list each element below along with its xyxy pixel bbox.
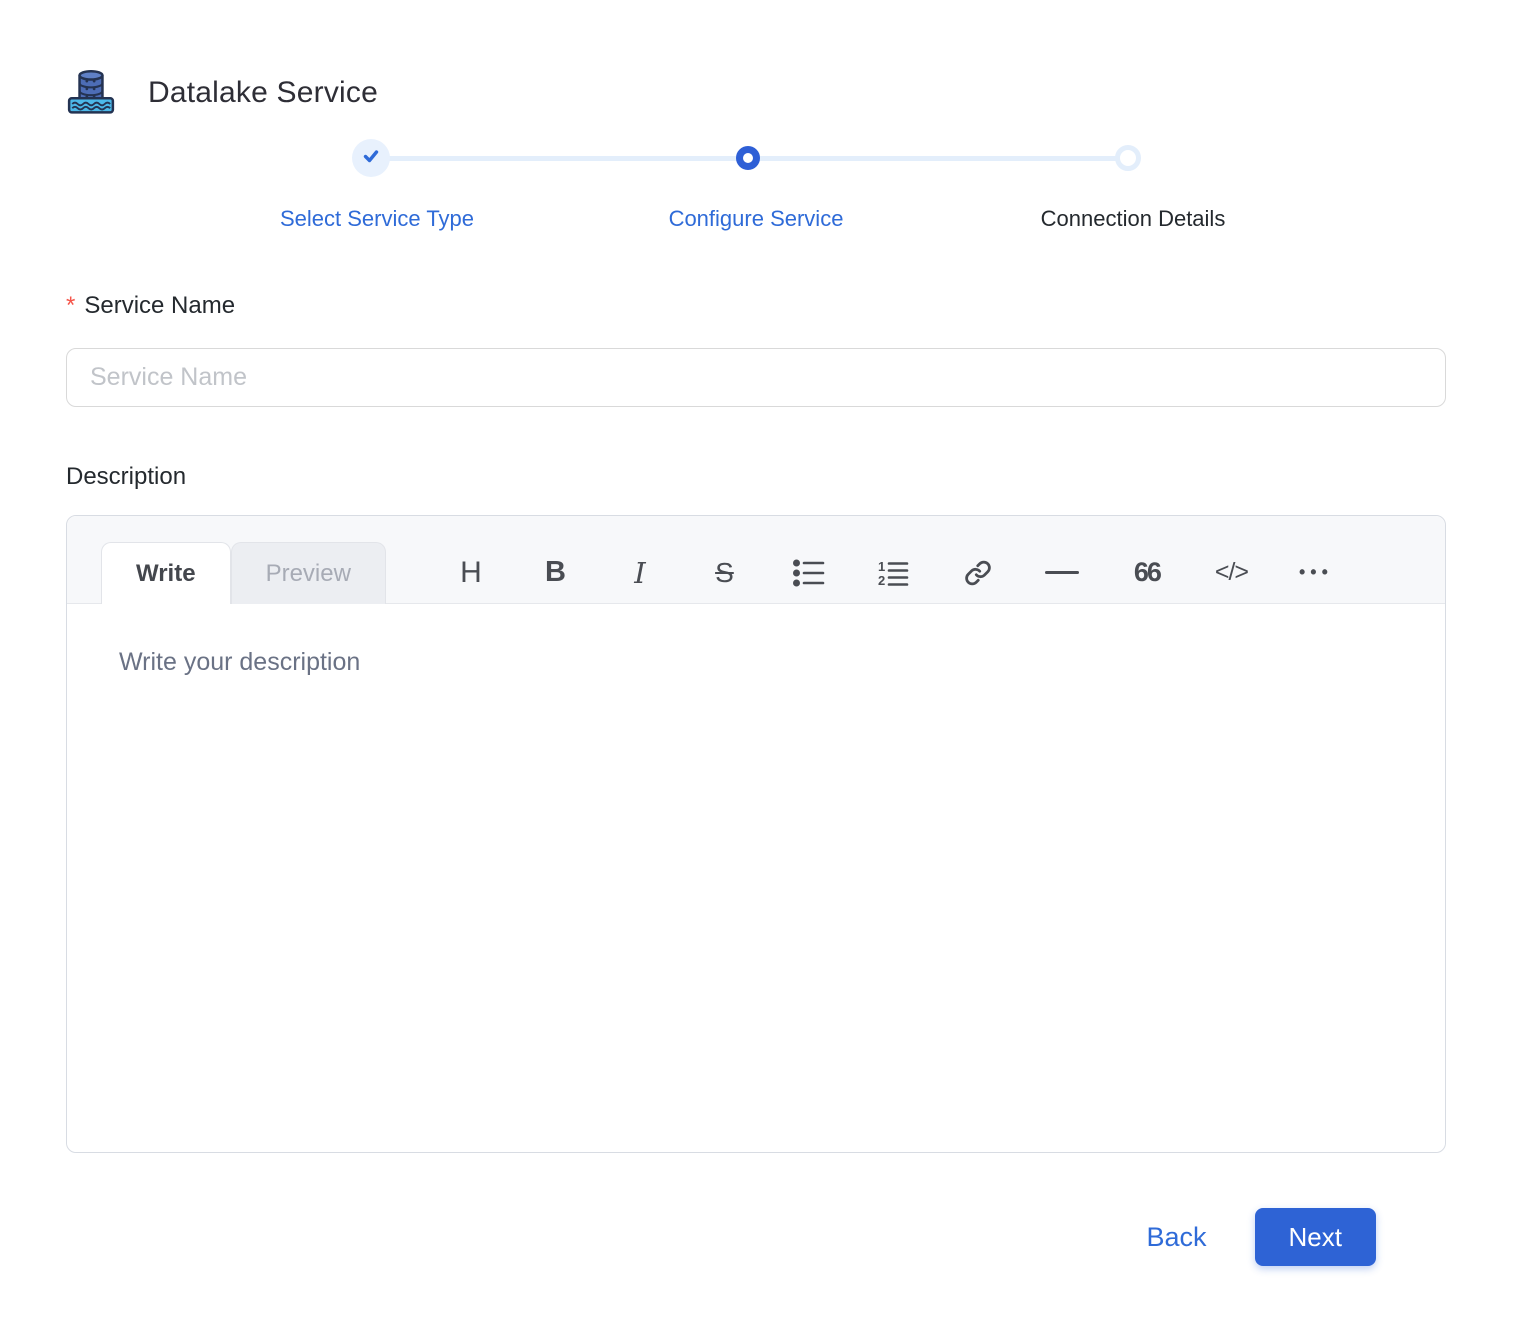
- check-icon: [361, 146, 381, 171]
- heading-icon[interactable]: H: [454, 553, 488, 593]
- step-label-select-service-type: Select Service Type: [279, 206, 475, 231]
- horizontal-rule-icon[interactable]: [1045, 553, 1080, 593]
- editor-toolbar-bar: Write Preview H B I S 1 2 66 </> •••: [67, 516, 1445, 604]
- bold-icon[interactable]: B: [538, 553, 572, 593]
- description-field: Description Write Preview H B I S 1 2 66…: [66, 463, 1446, 1153]
- description-textarea[interactable]: [67, 604, 1445, 1152]
- page-header: Datalake Service: [0, 0, 1516, 118]
- strikethrough-icon[interactable]: S: [707, 553, 741, 593]
- step-label-configure-service: Configure Service: [668, 206, 844, 231]
- link-icon[interactable]: [961, 553, 995, 593]
- step-indicator-connection-details: [1115, 145, 1141, 171]
- datalake-service-icon: [66, 66, 116, 121]
- stepper: Select Service Type Configure Service Co…: [0, 118, 1516, 248]
- description-label: Description: [66, 463, 187, 490]
- more-options-icon[interactable]: •••: [1299, 553, 1333, 593]
- configure-service-form: * Service Name Description Write Preview…: [0, 292, 1516, 1266]
- step-label-connection-details: Connection Details: [1040, 206, 1226, 231]
- editor-toolbar: H B I S 1 2 66 </> •••: [386, 516, 1445, 603]
- service-name-label: * Service Name: [66, 292, 236, 319]
- service-name-field: * Service Name: [66, 292, 1446, 407]
- svg-text:2: 2: [878, 573, 885, 587]
- step-indicator-configure-service: [736, 146, 760, 170]
- numbered-list-icon[interactable]: 1 2: [876, 553, 910, 593]
- horizontal-rule-glyph: [1045, 571, 1080, 574]
- markdown-editor: Write Preview H B I S 1 2 66 </> ••• Wri…: [66, 515, 1446, 1153]
- editor-tabs: Write Preview: [101, 542, 386, 604]
- required-marker: *: [66, 292, 76, 319]
- back-button[interactable]: Back: [1147, 1222, 1207, 1253]
- editor-write-area: [67, 604, 1445, 1152]
- quote-icon[interactable]: 66: [1130, 553, 1164, 593]
- page-title: Datalake Service: [148, 76, 378, 109]
- next-button[interactable]: Next: [1254, 1208, 1376, 1266]
- datalake-service-wizard: Datalake Service Select Service Type Con…: [0, 0, 1516, 1334]
- svg-text:1: 1: [878, 559, 885, 574]
- code-icon[interactable]: </>: [1214, 553, 1249, 593]
- bullet-list-icon[interactable]: [792, 553, 826, 593]
- tab-write[interactable]: Write: [101, 542, 231, 604]
- wizard-footer: Back Next: [66, 1208, 1446, 1266]
- service-name-input[interactable]: [66, 348, 1446, 407]
- step-indicator-select-service-type: [352, 139, 390, 177]
- italic-icon[interactable]: I: [623, 553, 657, 593]
- tab-preview[interactable]: Preview: [230, 542, 386, 604]
